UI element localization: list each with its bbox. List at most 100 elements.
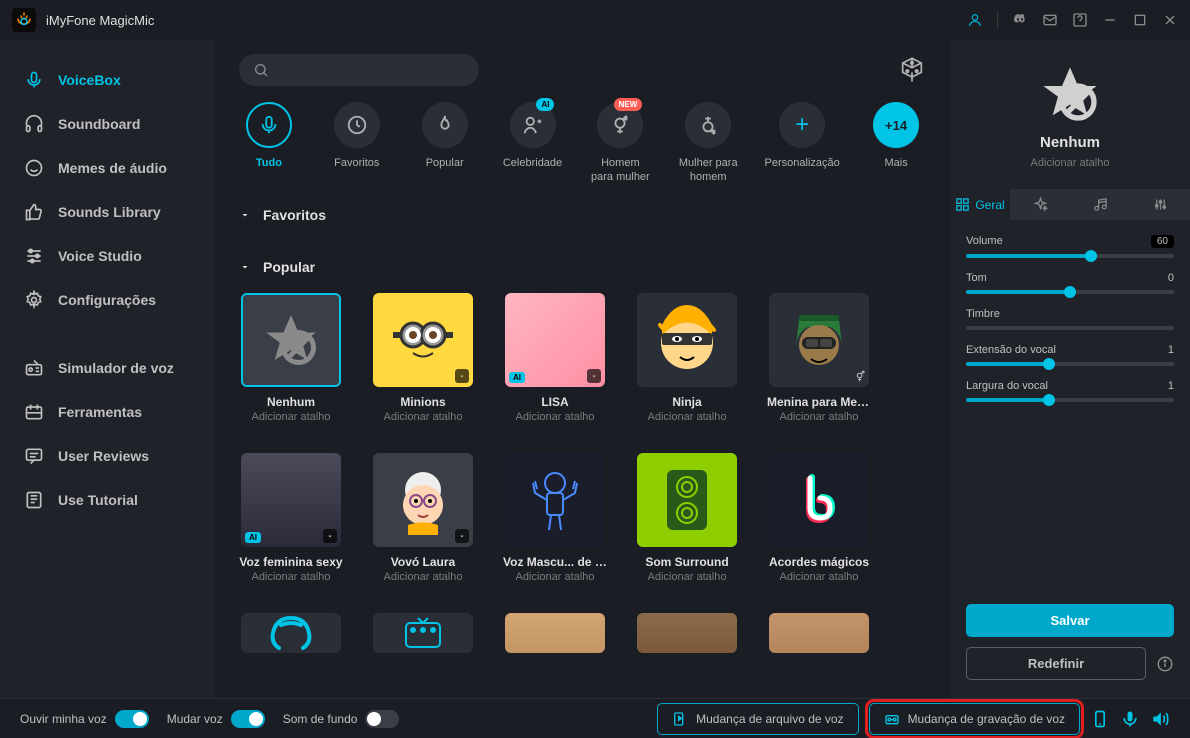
sidebar-label: VoiceBox	[58, 72, 121, 88]
sidebar-label: Configurações	[58, 292, 156, 308]
discord-icon[interactable]	[1012, 12, 1028, 28]
speaker-icon[interactable]	[1150, 709, 1170, 729]
sidebar-item-tools[interactable]: Ferramentas	[0, 390, 215, 434]
voice-card-sexy[interactable]: AI Voz feminina sexy Adicionar atalho	[239, 453, 343, 583]
sidebar-label: Soundboard	[58, 116, 140, 132]
download-icon	[455, 529, 469, 543]
preview-name: Nenhum	[1040, 134, 1100, 151]
tab-effects[interactable]	[1010, 189, 1070, 220]
help-icon[interactable]	[1072, 12, 1088, 28]
voice-card-ninja[interactable]: Ninja Adicionar atalho	[635, 293, 739, 423]
category-tudo[interactable]: Tudo	[239, 102, 299, 170]
preview-avatar	[1038, 62, 1102, 126]
toggle-mudar[interactable]	[231, 710, 265, 728]
mic-icon	[258, 114, 280, 136]
voice-card-partial[interactable]	[767, 613, 871, 653]
voice-card-partial[interactable]	[239, 613, 343, 653]
file-voice-change-button[interactable]: Mudança de arquivo de voz	[657, 703, 858, 735]
sliders-icon	[24, 246, 44, 266]
slider-tom[interactable]: Tom0	[966, 272, 1174, 294]
gender-icon	[697, 114, 719, 136]
toggle-label: Ouvir minha voz	[20, 712, 107, 726]
save-button[interactable]: Salvar	[966, 604, 1174, 637]
voice-card-surround[interactable]: Som Surround Adicionar atalho	[635, 453, 739, 583]
voice-card-partial[interactable]	[371, 613, 475, 653]
sidebar-item-memes[interactable]: Memes de áudio	[0, 146, 215, 190]
mail-icon[interactable]	[1042, 12, 1058, 28]
content-area: Tudo Favoritos Popular AI Celebridade NE…	[215, 40, 950, 698]
sidebar-item-settings[interactable]: Configurações	[0, 278, 215, 322]
info-icon[interactable]	[1156, 655, 1174, 673]
phone-icon[interactable]	[1090, 709, 1110, 729]
right-panel: Nenhum Adicionar atalho Geral Volume60 T…	[950, 40, 1190, 698]
category-personalizacao[interactable]: + Personalização	[766, 102, 838, 170]
category-popular[interactable]: Popular	[415, 102, 475, 170]
chevron-down-icon	[239, 209, 251, 221]
voice-card-partial[interactable]	[503, 613, 607, 653]
voice-card-partial[interactable]	[635, 613, 739, 653]
slider-extensao[interactable]: Extensão do vocal1	[966, 344, 1174, 366]
account-icon[interactable]	[967, 12, 983, 28]
chat-icon	[24, 446, 44, 466]
reset-button[interactable]: Redefinir	[966, 647, 1146, 680]
app-title: iMyFone MagicMic	[46, 13, 154, 28]
sidebar-item-reviews[interactable]: User Reviews	[0, 434, 215, 478]
voice-card-vovo[interactable]: Vovó Laura Adicionar atalho	[371, 453, 475, 583]
category-homem-mulher[interactable]: NEW Homem para mulher	[590, 102, 650, 185]
category-row: Tudo Favoritos Popular AI Celebridade NE…	[215, 94, 950, 201]
slider-timbre[interactable]: Timbre	[966, 308, 1174, 330]
cassette-icon	[884, 711, 900, 727]
file-audio-icon	[672, 711, 688, 727]
tab-music[interactable]	[1070, 189, 1130, 220]
close-icon[interactable]	[1162, 12, 1178, 28]
sidebar-label: Simulador de voz	[58, 360, 174, 376]
search-icon	[253, 62, 269, 78]
sidebar-label: Memes de áudio	[58, 160, 167, 176]
tab-geral[interactable]: Geral	[950, 189, 1010, 220]
fire-icon	[434, 114, 456, 136]
toggle-fundo[interactable]	[365, 710, 399, 728]
category-mulher-homem[interactable]: Mulher para homem	[678, 102, 738, 185]
sidebar-item-simulator[interactable]: Simulador de voz	[0, 346, 215, 390]
app-logo	[12, 8, 36, 32]
voice-card-nenhum[interactable]: Nenhum Adicionar atalho	[239, 293, 343, 423]
voice-card-metal[interactable]: Voz Mascu... de Metal Adicionar atalho	[503, 453, 607, 583]
voice-card-lisa[interactable]: AI LISA Adicionar atalho	[503, 293, 607, 423]
sidebar-label: Ferramentas	[58, 404, 142, 420]
record-voice-change-button[interactable]: Mudança de gravação de voz	[869, 703, 1080, 735]
sidebar-label: User Reviews	[58, 448, 149, 464]
slider-largura[interactable]: Largura do vocal1	[966, 380, 1174, 402]
voice-card-minions[interactable]: Minions Adicionar atalho	[371, 293, 475, 423]
section-favoritos[interactable]: Favoritos	[239, 201, 926, 229]
toggle-ouvir[interactable]	[115, 710, 149, 728]
sidebar-item-studio[interactable]: Voice Studio	[0, 234, 215, 278]
category-mais[interactable]: +14 Mais	[866, 102, 926, 170]
tab-equalizer[interactable]	[1130, 189, 1190, 220]
sidebar-label: Use Tutorial	[58, 492, 138, 508]
titlebar: iMyFone MagicMic	[0, 0, 1190, 40]
category-celebridade[interactable]: AI Celebridade	[503, 102, 563, 170]
toggle-label: Mudar voz	[167, 712, 223, 726]
voice-card-magic[interactable]: Acordes mágicos Adicionar atalho	[767, 453, 871, 583]
voice-card-menina[interactable]: ⚥ Menina para Menino Adicionar atalho	[767, 293, 871, 423]
random-dice-icon[interactable]	[898, 56, 926, 84]
users-icon	[522, 114, 544, 136]
sidebar-item-tutorial[interactable]: Use Tutorial	[0, 478, 215, 522]
chevron-down-icon	[239, 261, 251, 273]
sidebar-item-soundboard[interactable]: Soundboard	[0, 102, 215, 146]
gear-icon	[24, 290, 44, 310]
preview-shortcut[interactable]: Adicionar atalho	[1031, 157, 1110, 169]
sidebar-item-library[interactable]: Sounds Library	[0, 190, 215, 234]
mic-icon[interactable]	[1120, 709, 1140, 729]
minimize-icon[interactable]	[1102, 12, 1118, 28]
gender-icon	[609, 114, 631, 136]
maximize-icon[interactable]	[1132, 12, 1148, 28]
voice-scroll-area[interactable]: Favoritos Popular Nenhum Adicionar atalh…	[215, 201, 950, 698]
sidebar-item-voicebox[interactable]: VoiceBox	[0, 58, 215, 102]
mic-icon	[24, 70, 44, 90]
search-input[interactable]	[239, 54, 479, 86]
bottom-bar: Ouvir minha voz Mudar voz Som de fundo M…	[0, 698, 1190, 738]
slider-volume[interactable]: Volume60	[966, 235, 1174, 258]
section-popular[interactable]: Popular	[239, 253, 926, 281]
category-favoritos[interactable]: Favoritos	[327, 102, 387, 170]
